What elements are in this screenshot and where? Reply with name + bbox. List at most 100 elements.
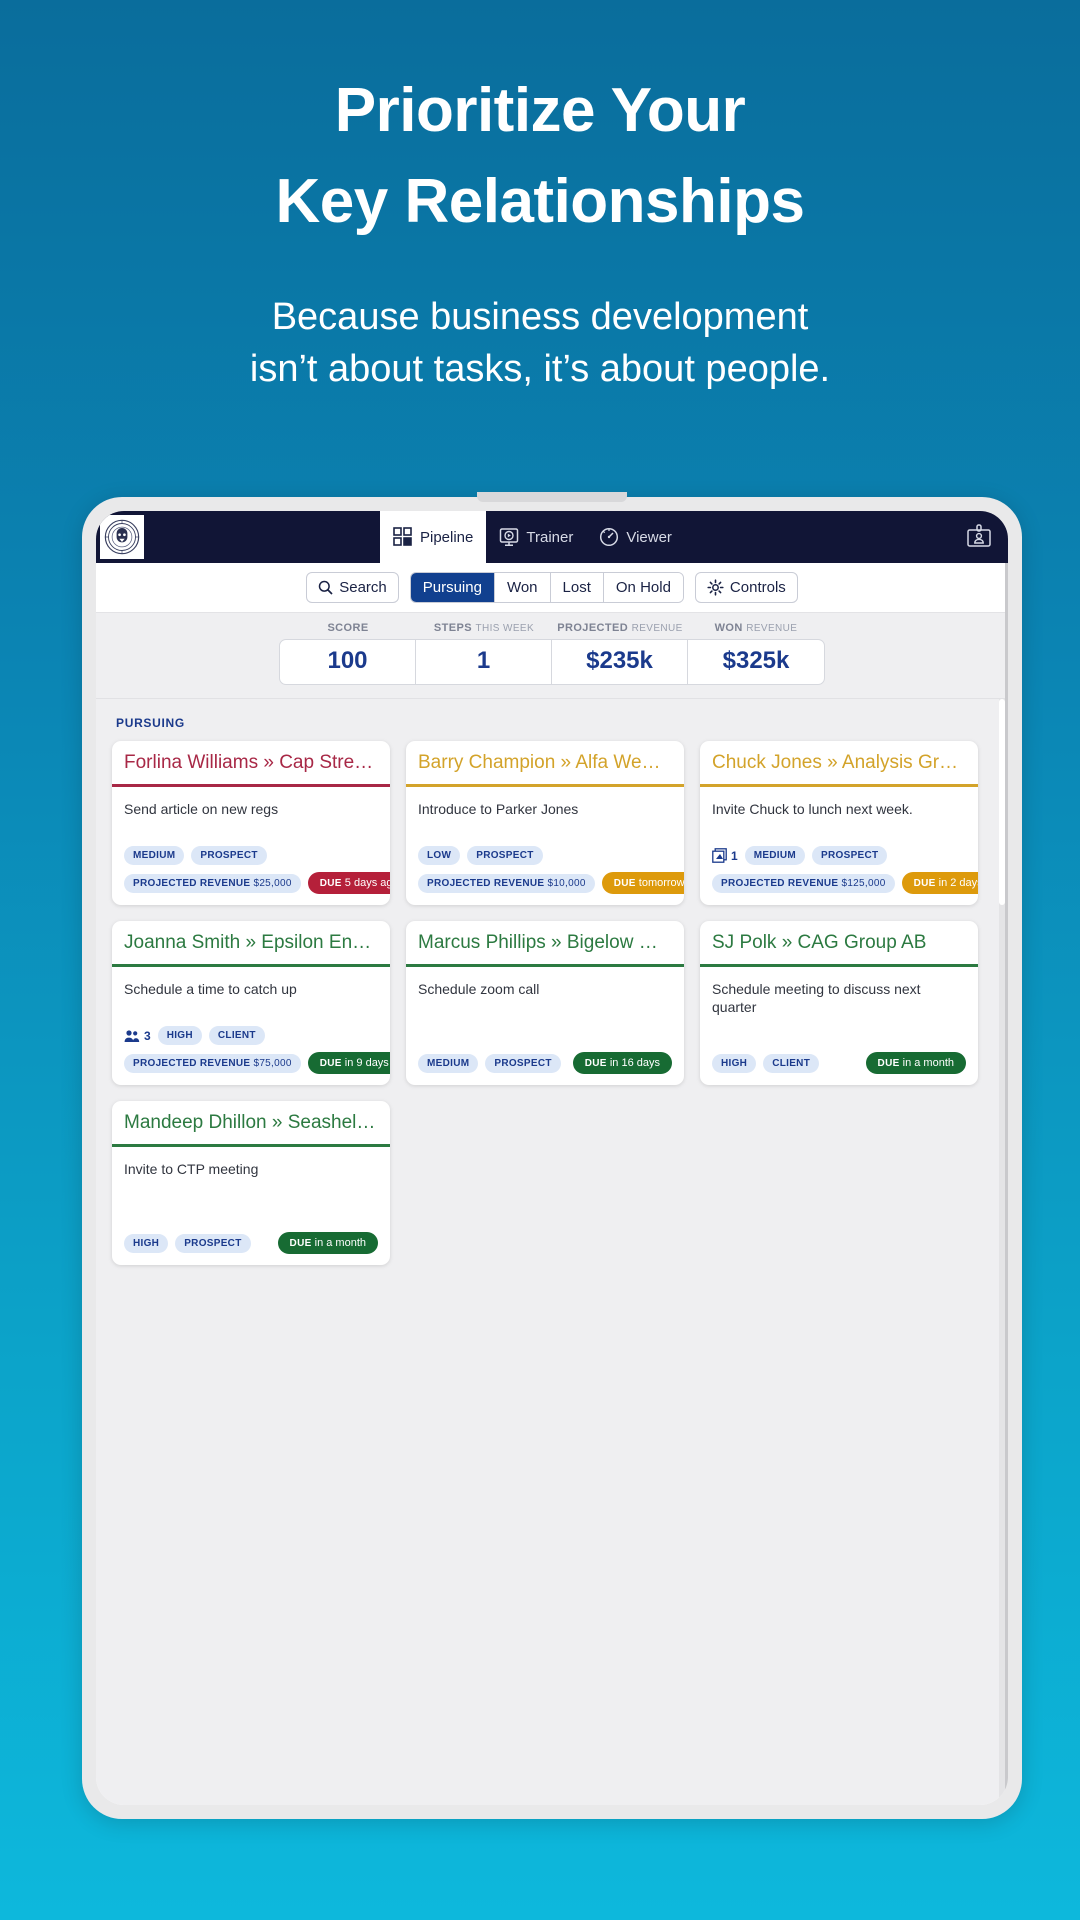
pipeline-card-due-text: in 16 days	[609, 1057, 660, 1069]
page-title-line-1: Prioritize Your	[334, 76, 746, 145]
pipeline-card-due-text: in a month	[902, 1057, 954, 1069]
tab-viewer[interactable]: Viewer	[586, 511, 685, 563]
pipeline-card-body: Schedule meeting to discuss next quarter…	[700, 967, 978, 1085]
pipeline-card-revenue-amount: $10,000	[547, 877, 586, 889]
pipeline-card-title: SJ Polk » CAG Group AB	[712, 932, 927, 953]
pipeline-card-tag-row: PROJECTED REVENUE $10,000 DUE tomorrow	[418, 872, 684, 894]
pipeline-card-revenue-amount: $75,000	[253, 1057, 292, 1069]
pipeline-card-tag: MEDIUM	[744, 846, 806, 865]
pipeline-card-tag-row: 3 HIGH CLIENT	[124, 1026, 378, 1045]
search-button[interactable]: Search	[306, 572, 399, 603]
pipeline-card-tag-area: HIGH PROSPECT DUE in a month	[124, 1232, 378, 1254]
pipeline-card-due-badge: DUE tomorrow	[601, 872, 684, 894]
tab-trainer-label: Trainer	[526, 528, 574, 546]
pipeline-card-body: Send article on new regs MEDIUM PROSPECT PR…	[112, 787, 390, 905]
stat-label-score: SCORE	[280, 622, 416, 639]
filter-won[interactable]: Won	[494, 573, 551, 602]
pipeline-card-tag-row: MEDIUM PROSPECT DUE in 16 days	[418, 1052, 672, 1074]
pipeline-card[interactable]: Marcus Phillips » Bigelow … Schedule zoom…	[406, 921, 684, 1085]
pipeline-card[interactable]: Forlina Williams » Cap Stre… Send article…	[112, 741, 390, 905]
pipeline-card[interactable]: Joanna Smith » Epsilon En… Schedule a tim…	[112, 921, 390, 1085]
profile-badge-button[interactable]	[966, 511, 1008, 563]
tab-pipeline-label: Pipeline	[420, 528, 474, 546]
pipeline-card[interactable]: SJ Polk » CAG Group AB Schedule meeting t…	[700, 921, 978, 1085]
filter-lost[interactable]: Lost	[550, 573, 604, 602]
filter-on-hold[interactable]: On Hold	[603, 573, 683, 602]
pipeline-card-due-prefix: DUE	[584, 1058, 607, 1069]
page-subtitle: Because business development isn’t about…	[0, 247, 1080, 396]
stat-label-won-main: WON	[714, 622, 743, 634]
pipeline-card-due-prefix: DUE	[913, 878, 936, 889]
pipeline-card[interactable]: Barry Champion » Alfa We… Introduce to Pa…	[406, 741, 684, 905]
board-section-heading: PURSUING	[116, 716, 185, 730]
card-list: Forlina Williams » Cap Stre… Send article…	[112, 741, 992, 1265]
hero-section: Prioritize Your Key Relationships Becaus…	[0, 0, 1080, 396]
pipeline-card-tag-row: 1 MEDIUM PROSPECT	[712, 846, 966, 865]
pipeline-card-title: Barry Champion » Alfa We…	[418, 752, 661, 773]
tablet-notch	[477, 492, 627, 502]
pipeline-card-revenue-tag: PROJECTED REVENUE $25,000	[124, 873, 301, 893]
pipeline-card-revenue-amount: $25,000	[253, 877, 292, 889]
pipeline-card-body: Schedule zoom call MEDIUM PROSPECT DUE in 1…	[406, 967, 684, 1085]
pipeline-card-count: 3	[124, 1029, 151, 1043]
pipeline-card-task: Send article on new regs	[124, 801, 279, 817]
pipeline-card-task: Invite to CTP meeting	[124, 1161, 259, 1177]
top-bar-spacer	[685, 511, 966, 563]
monitor-play-icon	[500, 528, 519, 546]
pipeline-card-tag: PROSPECT	[467, 846, 543, 865]
pipeline-card-tag-row: PROJECTED REVENUE $25,000 DUE 5 days ago	[124, 872, 390, 894]
pipeline-card-tag-row: HIGH PROSPECT DUE in a month	[124, 1232, 378, 1254]
stat-label-won: WON REVENUE	[688, 622, 824, 639]
pipeline-card-tag: MEDIUM	[418, 1053, 479, 1073]
pipeline-card-tag: HIGH	[124, 1233, 169, 1253]
pipeline-card-due-text: in 2 days	[938, 877, 978, 889]
status-filter-segmented-control: Pursuing Won Lost On Hold	[409, 572, 684, 603]
page-subtitle-line-1: Because business development	[271, 296, 809, 339]
people-group-icon	[124, 1029, 140, 1042]
pipeline-card-tag: PROSPECT	[191, 846, 267, 865]
tab-trainer[interactable]: Trainer	[486, 511, 586, 563]
pipeline-card-due-prefix: DUE	[877, 1058, 900, 1069]
pipeline-card-count-value: 1	[731, 848, 738, 863]
pipeline-card-task: Schedule zoom call	[418, 981, 540, 997]
stat-label-projected-main: PROJECTED	[557, 622, 629, 634]
pipeline-card-tag: PROSPECT	[485, 1053, 561, 1073]
pipeline-card-tag: MEDIUM	[124, 846, 185, 865]
pipeline-card[interactable]: Chuck Jones » Analysis Gr… Invite Chuck t…	[700, 741, 978, 905]
stat-label-steps: STEPS THIS WEEK	[416, 622, 552, 639]
tab-pipeline[interactable]: Pipeline	[380, 511, 487, 563]
stats-strip: SCORE STEPS THIS WEEK PROJECTED REVENUE …	[96, 613, 1008, 699]
controls-button[interactable]: Controls	[694, 572, 798, 603]
pipeline-card-tag-row: MEDIUM PROSPECT	[124, 846, 378, 865]
stat-value-projected: $235k	[552, 640, 688, 684]
speedometer-icon	[600, 527, 619, 547]
stat-label-projected: PROJECTED REVENUE	[552, 622, 688, 639]
pipeline-card-tag: CLIENT	[763, 1053, 820, 1073]
pipeline-card-tag-area: LOW PROSPECT PROJECTED REVENUE $10,000 DUE …	[418, 846, 684, 894]
pipeline-card-due-badge: DUE in 9 days	[307, 1052, 390, 1074]
page-title-line-2: Key Relationships	[275, 166, 805, 236]
brand-logo[interactable]	[100, 515, 144, 559]
pipeline-card-revenue-tag: PROJECTED REVENUE $75,000	[124, 1053, 301, 1073]
pipeline-card-task: Schedule meeting to discuss next quarter	[712, 981, 921, 1016]
pipeline-card-due-prefix: DUE	[319, 878, 342, 889]
search-icon	[318, 580, 333, 595]
filter-pursuing[interactable]: Pursuing	[410, 573, 495, 602]
pipeline-card-tag: PROSPECT	[175, 1233, 251, 1253]
stat-label-steps-sub: THIS WEEK	[475, 623, 535, 634]
pipeline-card-task: Invite Chuck to lunch next week.	[712, 801, 913, 817]
pipeline-card-task: Introduce to Parker Jones	[418, 801, 579, 817]
pipeline-card-revenue-amount: $125,000	[841, 877, 886, 889]
controls-button-label: Controls	[729, 579, 786, 596]
pipeline-card[interactable]: Mandeep Dhillon » Seashel… Invite to CTP …	[112, 1101, 390, 1265]
app-screen: Pipeline Trainer Viewer Search Pursuing …	[96, 511, 1008, 1805]
pipeline-card-due-text: in a month	[314, 1237, 366, 1249]
pipeline-card-due-prefix: DUE	[289, 1238, 312, 1249]
screen-right-edge	[1005, 563, 1008, 1805]
page-subtitle-line-2: isn’t about tasks, it’s about people.	[249, 348, 831, 391]
pipeline-card-tag-row: PROJECTED REVENUE $125,000 DUE in 2 days	[712, 872, 978, 894]
stacked-cards-icon	[712, 848, 727, 863]
pipeline-card-revenue-tag: PROJECTED REVENUE $125,000	[712, 873, 895, 893]
tablet-device-frame: Pipeline Trainer Viewer Search Pursuing …	[82, 492, 1022, 1819]
stat-value-steps: 1	[416, 640, 552, 684]
